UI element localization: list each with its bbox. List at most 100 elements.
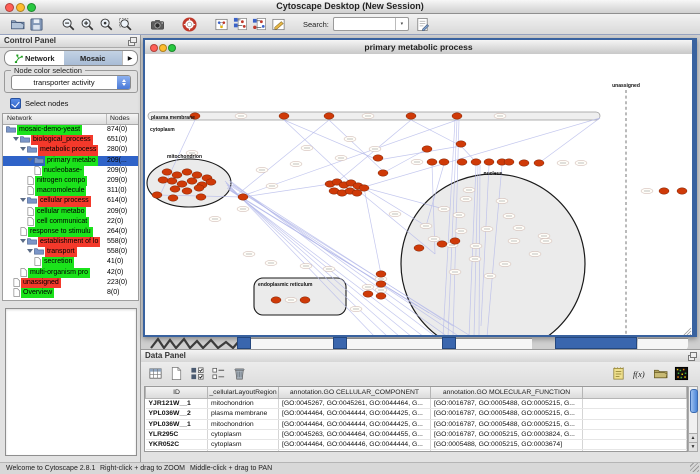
- tab-mosaic[interactable]: Mosaic: [64, 51, 123, 65]
- graph-node[interactable]: [182, 188, 192, 194]
- dp-attr-list-button[interactable]: [209, 364, 228, 383]
- network-view-titlebar[interactable]: primary metabolic process: [145, 40, 692, 55]
- network-overview-button[interactable]: [213, 16, 230, 33]
- graph-node[interactable]: [182, 169, 192, 175]
- graph-node[interactable]: [406, 113, 416, 119]
- tree-item-cellular-metabo[interactable]: cellular metabo209(0): [3, 207, 138, 217]
- graph-node[interactable]: [439, 159, 449, 165]
- save-button[interactable]: [28, 16, 45, 33]
- expand-arrow-icon[interactable]: [20, 239, 26, 243]
- help-button[interactable]: [181, 16, 198, 33]
- float-panel-icon[interactable]: [688, 352, 696, 360]
- expand-arrow-icon[interactable]: [13, 137, 19, 141]
- table-row[interactable]: YDR039C__1mitochondrion[GO:0044464, GO:0…: [146, 450, 687, 452]
- table-row[interactable]: YJR121W__1mitochondrion[GO:0045267, GO:0…: [146, 399, 687, 409]
- select-nodes-checkbox[interactable]: [10, 98, 21, 109]
- background-window-corner[interactable]: [442, 337, 456, 349]
- nucleus-region[interactable]: [401, 174, 585, 335]
- graph-node[interactable]: [172, 172, 182, 178]
- canvas-resize-grip[interactable]: [683, 328, 691, 335]
- dp-attr-select-button[interactable]: [188, 364, 207, 383]
- snapshot-button[interactable]: [149, 16, 166, 33]
- graph-node[interactable]: [359, 185, 369, 191]
- tree-item-overview[interactable]: Overview8(0): [3, 288, 138, 298]
- graph-edge[interactable]: [329, 120, 383, 171]
- graph-node[interactable]: [168, 195, 178, 201]
- dp-function-button[interactable]: f(x): [630, 364, 649, 383]
- page-edit-button[interactable]: [414, 16, 431, 33]
- graph-node[interactable]: [427, 159, 437, 165]
- graph-node[interactable]: [352, 190, 362, 196]
- graph-node[interactable]: [422, 146, 432, 152]
- tree-item-cell-communicat[interactable]: cell communicat22(0): [3, 217, 138, 227]
- graph-node[interactable]: [437, 241, 447, 247]
- graph-node[interactable]: [452, 113, 462, 119]
- table-row[interactable]: YKR052Ccytoplasm[GO:0044464, GO:0044446,…: [146, 440, 687, 450]
- open-button[interactable]: [9, 16, 26, 33]
- tab-network[interactable]: Network: [5, 51, 64, 65]
- table-header[interactable]: ID: [146, 387, 208, 399]
- annotation-button[interactable]: [270, 16, 287, 33]
- background-window-corner[interactable]: [555, 337, 637, 349]
- scroll-up-arrow[interactable]: ▲: [689, 433, 697, 442]
- tree-item-nitrogen-compo[interactable]: nitrogen compo209(0): [3, 176, 138, 186]
- graph-edge[interactable]: [284, 120, 350, 182]
- search-input[interactable]: [335, 18, 397, 30]
- graph-node[interactable]: [534, 160, 544, 166]
- graph-node[interactable]: [238, 194, 248, 200]
- tree-item-metabolic-process[interactable]: metabolic process280(0): [3, 145, 138, 155]
- table-row[interactable]: YPL036W__1mitochondrion[GO:0044464, GO:0…: [146, 419, 687, 429]
- graph-edge[interactable]: [284, 120, 378, 160]
- graph-node[interactable]: [196, 194, 206, 200]
- table-header[interactable]: annotation.GO CELLULAR_COMPONENT: [279, 387, 431, 399]
- background-window-corner[interactable]: [237, 337, 251, 349]
- graph-node[interactable]: [376, 281, 386, 287]
- graph-node[interactable]: [378, 170, 388, 176]
- graph-node[interactable]: [187, 178, 197, 184]
- graph-node[interactable]: [177, 181, 187, 187]
- graph-edge[interactable]: [539, 118, 600, 163]
- zoom-selected-button[interactable]: [117, 16, 134, 33]
- graph-node[interactable]: [414, 245, 424, 251]
- graph-node[interactable]: [363, 291, 373, 297]
- node-color-dropdown[interactable]: transporter activity: [11, 75, 131, 90]
- graph-edge[interactable]: [237, 120, 329, 195]
- zoom-in-button[interactable]: [79, 16, 96, 33]
- dp-table-button[interactable]: [146, 364, 165, 383]
- graph-node[interactable]: [659, 188, 669, 194]
- graph-node[interactable]: [504, 159, 514, 165]
- tab-overflow-arrow[interactable]: ▶: [122, 51, 137, 65]
- dp-trash-button[interactable]: [230, 364, 249, 383]
- graph-node[interactable]: [519, 160, 529, 166]
- tree-item-primary-metabo[interactable]: primary metabo209(...: [3, 156, 138, 166]
- graph-node[interactable]: [192, 172, 202, 178]
- birds-eye-view[interactable]: [5, 308, 137, 456]
- zoom-fit-button[interactable]: [98, 16, 115, 33]
- resize-grip[interactable]: [690, 463, 699, 472]
- tree-item-establishment-of-lo[interactable]: establishment of lo558(0): [3, 237, 138, 247]
- tree-item-multi-organism-pro[interactable]: multi-organism pro42(0): [3, 268, 138, 278]
- graph-node[interactable]: [300, 297, 310, 303]
- expand-arrow-icon[interactable]: [27, 249, 33, 253]
- graph-node[interactable]: [484, 159, 494, 165]
- search-dropdown-arrow[interactable]: ▾: [395, 18, 408, 30]
- import-network-button[interactable]: [232, 16, 249, 33]
- scrollbar-thumb[interactable]: [690, 389, 698, 413]
- graph-edge[interactable]: [243, 184, 330, 197]
- graph-node[interactable]: [373, 155, 383, 161]
- graph-node[interactable]: [152, 192, 162, 198]
- dp-page-button[interactable]: [167, 364, 186, 383]
- expand-arrow-icon[interactable]: [27, 158, 33, 162]
- graph-node[interactable]: [170, 186, 180, 192]
- graph-node[interactable]: [279, 113, 289, 119]
- import-table-button[interactable]: [251, 16, 268, 33]
- attribute-table[interactable]: ID_cellularLayoutRegionannotation.GO CEL…: [144, 386, 688, 452]
- tree-item-cellular-process[interactable]: cellular process614(0): [3, 196, 138, 206]
- tree-item-transport[interactable]: transport558(0): [3, 247, 138, 257]
- graph-node[interactable]: [376, 271, 386, 277]
- tree-item-biological-process[interactable]: biological_process651(0): [3, 135, 138, 145]
- graph-edge[interactable]: [364, 188, 426, 226]
- expand-arrow-icon[interactable]: [20, 198, 26, 202]
- zoom-out-button[interactable]: [60, 16, 77, 33]
- canvas-resize-grip[interactable]: [689, 334, 691, 335]
